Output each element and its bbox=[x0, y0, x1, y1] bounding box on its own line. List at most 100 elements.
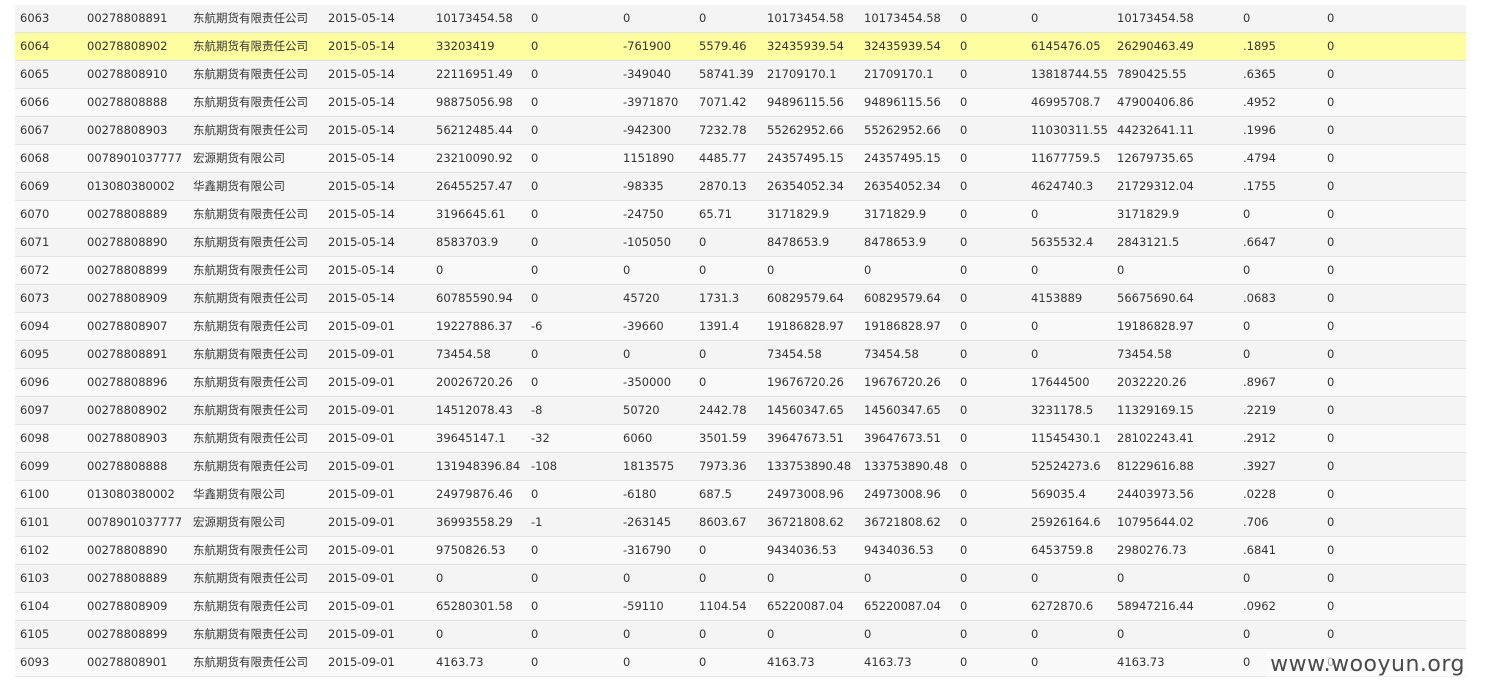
table-row[interactable]: 6099 00278808888 东航期货有限责任公司 2015-09-01 13194… bbox=[15, 452, 1466, 481]
cell-id: 6070 bbox=[15, 200, 82, 229]
cell-value-1: 39645147.1 bbox=[431, 424, 526, 453]
table-row[interactable]: 6104 00278808909 东航期货有限责任公司 2015-09-01 65280… bbox=[15, 592, 1466, 621]
table-row[interactable]: 6095 00278808891 东航期货有限责任公司 2015-09-01 73454… bbox=[15, 340, 1466, 369]
cell-value-9: 19186828.97 bbox=[1112, 312, 1238, 341]
cell-value-6: 133753890.48 bbox=[859, 452, 955, 481]
table-row[interactable]: 6101 0078901037777 宏源期货有限公司 2015-09-01 36993… bbox=[15, 508, 1466, 537]
table-row[interactable]: 6071 00278808890 东航期货有限责任公司 2015-05-14 85837… bbox=[15, 228, 1466, 257]
cell-value-3: 0 bbox=[618, 5, 694, 33]
cell-value-3: -24750 bbox=[618, 200, 694, 229]
cell-value-7: 0 bbox=[955, 5, 1026, 33]
table-row-selected[interactable]: 6064 00278808902 东航期货有限责任公司 2015-05-14 33203… bbox=[15, 32, 1466, 61]
table-row[interactable]: 6066 00278808888 东航期货有限责任公司 2015-05-14 98875… bbox=[15, 88, 1466, 117]
cell-value-9: 4163.73 bbox=[1112, 648, 1238, 677]
table-row[interactable]: 6093 00278808901 东航期货有限责任公司 2015-09-01 4163.… bbox=[15, 648, 1466, 677]
cell-date: 2015-05-14 bbox=[323, 116, 431, 145]
cell-value-5: 55262952.66 bbox=[762, 116, 859, 145]
cell-value-9: 11329169.15 bbox=[1112, 396, 1238, 425]
cell-value-4: 0 bbox=[694, 340, 762, 369]
cell-company: 东航期货有限责任公司 bbox=[188, 424, 323, 453]
table-row[interactable]: 6063 00278808891 东航期货有限责任公司 2015-05-14 10173… bbox=[15, 5, 1466, 33]
cell-value-7: 0 bbox=[955, 116, 1026, 145]
cell-value-8: 0 bbox=[1026, 648, 1112, 677]
cell-value-3: 0 bbox=[618, 620, 694, 649]
cell-value-4: 2442.78 bbox=[694, 396, 762, 425]
cell-value-8: 25926164.6 bbox=[1026, 508, 1112, 537]
table-row[interactable]: 6069 013080380002 华鑫期货有限公司 2015-05-14 264552… bbox=[15, 172, 1466, 201]
cell-value-5: 21709170.1 bbox=[762, 60, 859, 89]
table-row[interactable]: 6065 00278808910 东航期货有限责任公司 2015-05-14 22116… bbox=[15, 60, 1466, 89]
cell-value-2: 0 bbox=[526, 32, 618, 61]
data-table: 6063 00278808891 东航期货有限责任公司 2015-05-14 10173… bbox=[15, 5, 1466, 677]
cell-value-3: 1151890 bbox=[618, 144, 694, 173]
cell-value-2: -32 bbox=[526, 424, 618, 453]
cell-company: 东航期货有限责任公司 bbox=[188, 648, 323, 677]
cell-value-4: 1104.54 bbox=[694, 592, 762, 621]
cell-company: 东航期货有限责任公司 bbox=[188, 60, 323, 89]
cell-value-2: 0 bbox=[526, 200, 618, 229]
table-row[interactable]: 6070 00278808889 东航期货有限责任公司 2015-05-14 31966… bbox=[15, 200, 1466, 229]
cell-value-1: 19227886.37 bbox=[431, 312, 526, 341]
cell-value-1: 60785590.94 bbox=[431, 284, 526, 313]
cell-value-9: 44232641.11 bbox=[1112, 116, 1238, 145]
cell-ratio: 0 bbox=[1238, 312, 1322, 341]
cell-value-4: 0 bbox=[694, 648, 762, 677]
cell-value-9: 12679735.65 bbox=[1112, 144, 1238, 173]
table-row[interactable]: 6096 00278808896 东航期货有限责任公司 2015-09-01 20026… bbox=[15, 368, 1466, 397]
table-row[interactable]: 6102 00278808890 东航期货有限责任公司 2015-09-01 97508… bbox=[15, 536, 1466, 565]
table-row[interactable]: 6103 00278808889 东航期货有限责任公司 2015-09-01 0 0 0 0 0… bbox=[15, 564, 1466, 593]
cell-value-4: 5579.46 bbox=[694, 32, 762, 61]
cell-value-10: 0 bbox=[1322, 32, 1466, 61]
cell-company: 宏源期货有限公司 bbox=[188, 508, 323, 537]
cell-value-6: 19186828.97 bbox=[859, 312, 955, 341]
cell-value-3: -3971870 bbox=[618, 88, 694, 117]
cell-id: 6096 bbox=[15, 368, 82, 397]
cell-value-6: 19676720.26 bbox=[859, 368, 955, 397]
cell-account: 013080380002 bbox=[82, 480, 188, 509]
table-row[interactable]: 6097 00278808902 东航期货有限责任公司 2015-09-01 14512… bbox=[15, 396, 1466, 425]
table-row[interactable]: 6098 00278808903 东航期货有限责任公司 2015-09-01 39645… bbox=[15, 424, 1466, 453]
table-row[interactable]: 6067 00278808903 东航期货有限责任公司 2015-05-14 56212… bbox=[15, 116, 1466, 145]
cell-account: 00278808903 bbox=[82, 116, 188, 145]
cell-ratio: .4794 bbox=[1238, 144, 1322, 173]
cell-value-10: 0 bbox=[1322, 424, 1466, 453]
table-row[interactable]: 6100 013080380002 华鑫期货有限公司 2015-09-01 249798… bbox=[15, 480, 1466, 509]
cell-value-8: 6272870.6 bbox=[1026, 592, 1112, 621]
cell-value-2: 0 bbox=[526, 60, 618, 89]
cell-value-8: 11677759.5 bbox=[1026, 144, 1112, 173]
cell-account: 00278808909 bbox=[82, 284, 188, 313]
table-row[interactable]: 6072 00278808899 东航期货有限责任公司 2015-05-14 0 0 0 0 0… bbox=[15, 256, 1466, 285]
cell-value-4: 2870.13 bbox=[694, 172, 762, 201]
cell-value-3: 45720 bbox=[618, 284, 694, 313]
cell-company: 华鑫期货有限公司 bbox=[188, 480, 323, 509]
cell-value-4: 7973.36 bbox=[694, 452, 762, 481]
cell-date: 2015-05-14 bbox=[323, 228, 431, 257]
cell-value-10: 0 bbox=[1322, 480, 1466, 509]
cell-value-7: 0 bbox=[955, 312, 1026, 341]
cell-id: 6097 bbox=[15, 396, 82, 425]
cell-value-2: 0 bbox=[526, 592, 618, 621]
cell-date: 2015-09-01 bbox=[323, 424, 431, 453]
cell-value-8: 13818744.55 bbox=[1026, 60, 1112, 89]
cell-ratio: 0 bbox=[1238, 620, 1322, 649]
cell-id: 6104 bbox=[15, 592, 82, 621]
cell-value-7: 0 bbox=[955, 228, 1026, 257]
cell-value-2: 0 bbox=[526, 536, 618, 565]
cell-value-3: -98335 bbox=[618, 172, 694, 201]
cell-value-8: 6145476.05 bbox=[1026, 32, 1112, 61]
table-row[interactable]: 6094 00278808907 东航期货有限责任公司 2015-09-01 19227… bbox=[15, 312, 1466, 341]
cell-value-2: 0 bbox=[526, 88, 618, 117]
table-row[interactable]: 6073 00278808909 东航期货有限责任公司 2015-05-14 60785… bbox=[15, 284, 1466, 313]
cell-value-2: 0 bbox=[526, 116, 618, 145]
cell-value-6: 73454.58 bbox=[859, 340, 955, 369]
cell-value-1: 65280301.58 bbox=[431, 592, 526, 621]
cell-company: 东航期货有限责任公司 bbox=[188, 396, 323, 425]
table-row[interactable]: 6105 00278808899 东航期货有限责任公司 2015-09-01 0 0 0 0 0… bbox=[15, 620, 1466, 649]
cell-value-5: 4163.73 bbox=[762, 648, 859, 677]
table-row[interactable]: 6068 0078901037777 宏源期货有限公司 2015-05-14 23210… bbox=[15, 144, 1466, 173]
cell-account: 00278808903 bbox=[82, 424, 188, 453]
cell-value-9: 0 bbox=[1112, 256, 1238, 285]
cell-ratio: .0228 bbox=[1238, 480, 1322, 509]
cell-value-6: 0 bbox=[859, 564, 955, 593]
cell-value-7: 0 bbox=[955, 60, 1026, 89]
